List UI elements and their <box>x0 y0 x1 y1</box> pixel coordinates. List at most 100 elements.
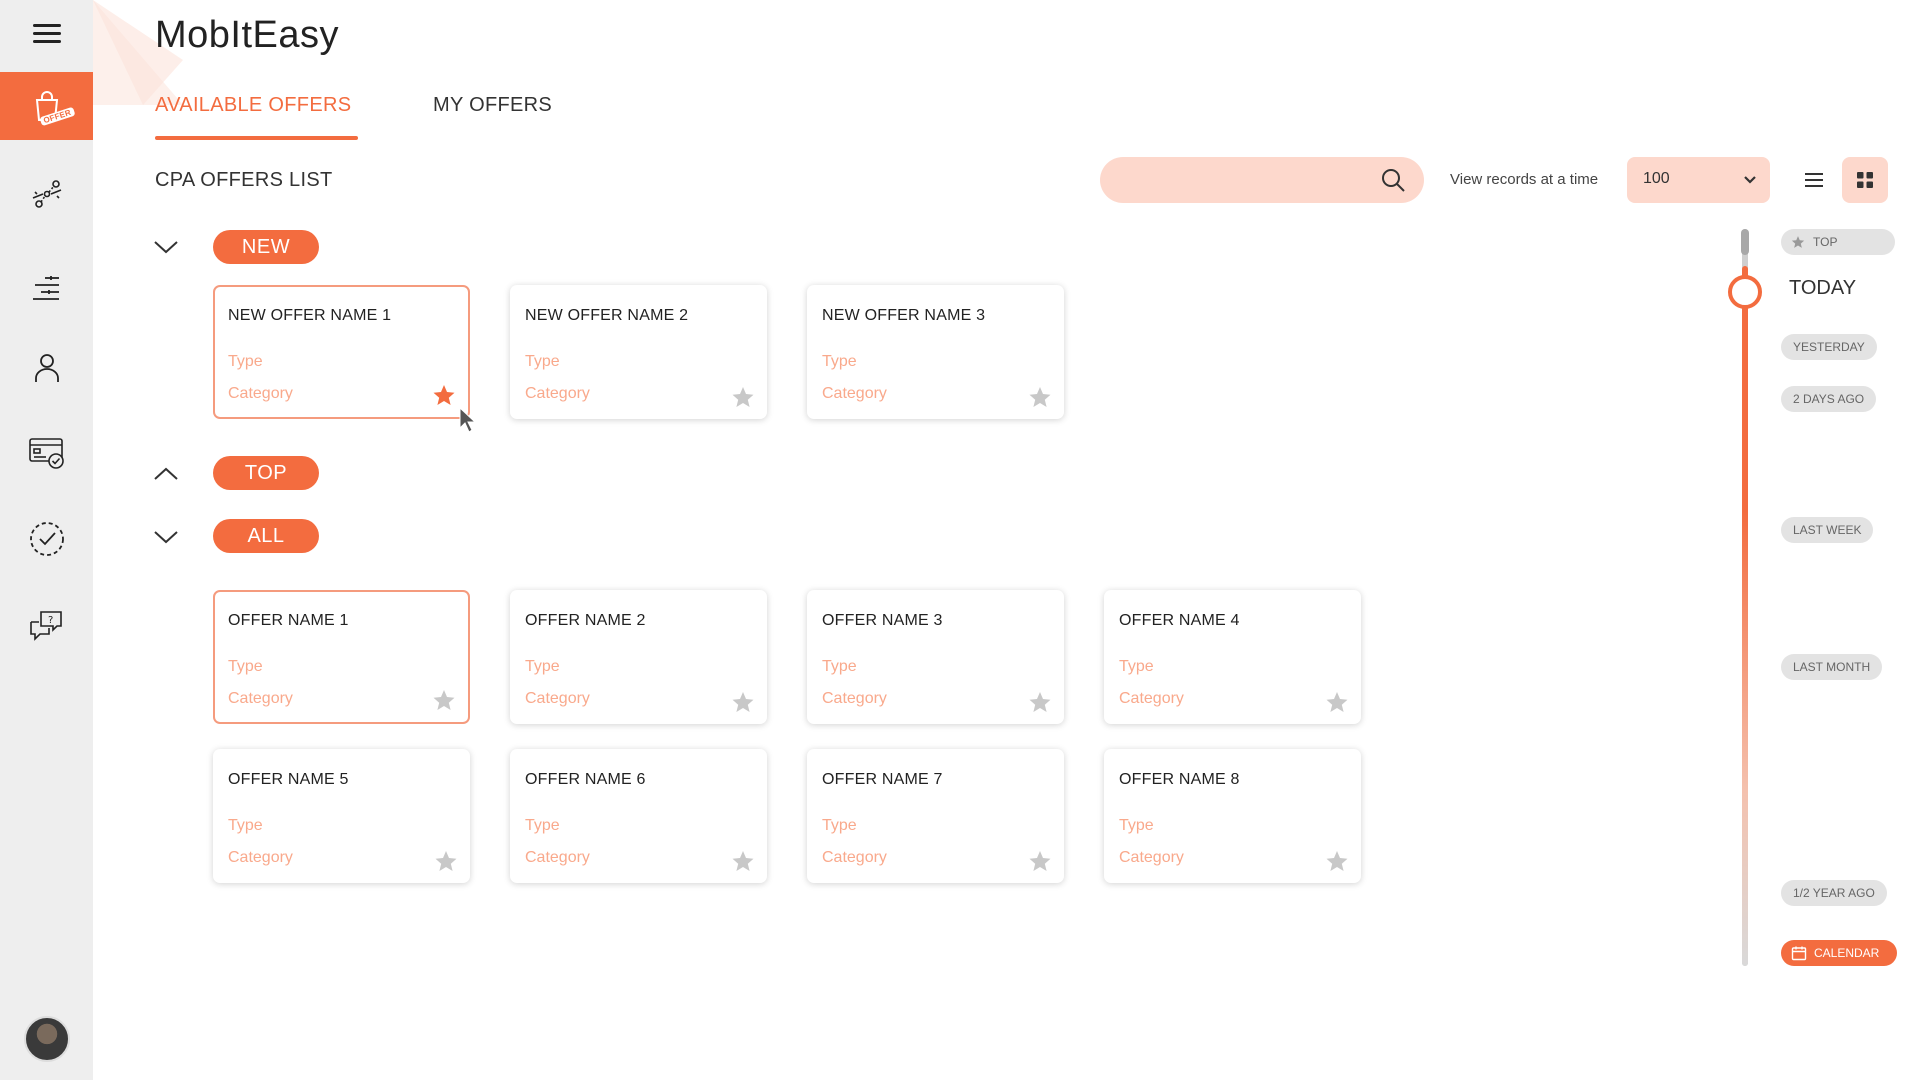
menu-icon[interactable] <box>33 24 61 44</box>
offer-category: Category <box>228 690 293 707</box>
offer-category: Category <box>525 690 590 707</box>
offer-card-2[interactable]: OFFER NAME 2 Type Category <box>510 590 767 724</box>
timeline-top-handle[interactable] <box>1741 229 1749 255</box>
star-icon[interactable] <box>434 849 458 873</box>
grid-view-button[interactable] <box>1842 157 1888 203</box>
timeline-yesterday[interactable]: YESTERDAY <box>1781 334 1877 360</box>
star-icon[interactable] <box>731 690 755 714</box>
section-top-pill[interactable]: TOP <box>213 456 319 490</box>
calendar-icon <box>1791 946 1807 961</box>
offer-category: Category <box>228 385 293 402</box>
svg-text:?: ? <box>48 615 53 626</box>
sidebar: OFFER ? <box>0 0 93 1080</box>
records-per-page-select[interactable]: 100 <box>1627 157 1770 203</box>
offer-type: Type <box>822 353 857 370</box>
offer-category: Category <box>822 849 887 866</box>
offer-name: OFFER NAME 3 <box>822 612 943 629</box>
offer-card-3[interactable]: OFFER NAME 3 Type Category <box>807 590 1064 724</box>
offer-category: Category <box>228 849 293 866</box>
chevron-down-icon[interactable] <box>152 523 180 551</box>
star-icon[interactable] <box>1028 385 1052 409</box>
offer-category: Category <box>1119 849 1184 866</box>
offer-name: OFFER NAME 8 <box>1119 771 1240 788</box>
offer-name: NEW OFFER NAME 1 <box>228 307 392 324</box>
active-tab-indicator <box>155 136 358 140</box>
search-input[interactable] <box>1120 165 1360 195</box>
grid-view-icon <box>1857 172 1873 188</box>
star-icon[interactable] <box>432 688 456 712</box>
star-icon[interactable] <box>731 385 755 409</box>
offer-name: NEW OFFER NAME 2 <box>525 307 689 324</box>
star-icon <box>1791 236 1805 248</box>
offer-type: Type <box>228 658 263 675</box>
star-icon[interactable] <box>1028 690 1052 714</box>
timeline-knob[interactable] <box>1728 275 1762 309</box>
star-icon[interactable] <box>1028 849 1052 873</box>
card-check-icon <box>28 438 64 469</box>
timeline-last-week[interactable]: LAST WEEK <box>1781 517 1874 543</box>
tab-available-offers[interactable]: AVAILABLE OFFERS <box>155 94 351 117</box>
app-title: MobItEasy <box>155 14 340 56</box>
offer-card-new-3[interactable]: NEW OFFER NAME 3 Type Category <box>807 285 1064 419</box>
timeline-top-chip[interactable]: TOP <box>1781 229 1895 255</box>
section-new-pill[interactable]: NEW <box>213 230 319 264</box>
offer-card-6[interactable]: OFFER NAME 6 Type Category <box>510 749 767 883</box>
sidebar-item-offers[interactable]: OFFER <box>0 72 93 140</box>
section-all-pill[interactable]: ALL <box>213 519 319 553</box>
offer-category: Category <box>822 690 887 707</box>
chat-question-icon: ? <box>29 611 62 641</box>
offer-type: Type <box>822 817 857 834</box>
offer-type: Type <box>525 353 560 370</box>
calendar-label: CALENDAR <box>1814 946 1880 960</box>
offer-name: OFFER NAME 5 <box>228 771 349 788</box>
offer-card-new-1[interactable]: NEW OFFER NAME 1 Type Category <box>213 285 470 419</box>
timeline-half-year-ago[interactable]: 1/2 YEAR AGO <box>1781 880 1887 906</box>
chevron-up-icon[interactable] <box>152 460 180 488</box>
timeline-today[interactable]: TODAY <box>1789 277 1856 300</box>
timeline-last-month[interactable]: LAST MONTH <box>1781 654 1883 680</box>
offer-card-5[interactable]: OFFER NAME 5 Type Category <box>213 749 470 883</box>
list-title: CPA OFFERS LIST <box>155 169 333 191</box>
offer-type: Type <box>525 817 560 834</box>
timeline-2-days-ago[interactable]: 2 DAYS AGO <box>1781 386 1877 412</box>
offer-card-7[interactable]: OFFER NAME 7 Type Category <box>807 749 1064 883</box>
offer-type: Type <box>1119 817 1154 834</box>
offer-name: OFFER NAME 2 <box>525 612 646 629</box>
calendar-button[interactable]: CALENDAR <box>1781 940 1897 966</box>
chevron-down-icon[interactable] <box>152 233 180 261</box>
sidebar-item-payments[interactable] <box>0 418 93 486</box>
offer-name: OFFER NAME 4 <box>1119 612 1240 629</box>
star-icon-active[interactable] <box>432 383 456 407</box>
offer-category: Category <box>525 849 590 866</box>
offer-card-new-2[interactable]: NEW OFFER NAME 2 Type Category <box>510 285 767 419</box>
sidebar-item-profile[interactable] <box>0 334 93 402</box>
offer-name: OFFER NAME 6 <box>525 771 646 788</box>
avatar[interactable] <box>24 1016 70 1062</box>
dashed-check-icon <box>29 522 64 556</box>
offer-category: Category <box>525 385 590 402</box>
search-icon[interactable] <box>1380 167 1406 193</box>
star-icon[interactable] <box>1325 690 1349 714</box>
offer-type: Type <box>228 353 263 370</box>
offer-name: OFFER NAME 1 <box>228 612 349 629</box>
offer-name: NEW OFFER NAME 3 <box>822 307 986 324</box>
offer-category: Category <box>1119 690 1184 707</box>
offer-card-4[interactable]: OFFER NAME 4 Type Category <box>1104 590 1361 724</box>
sidebar-item-reports[interactable] <box>0 254 93 322</box>
records-value: 100 <box>1643 170 1670 187</box>
offer-type: Type <box>228 817 263 834</box>
star-icon[interactable] <box>1325 849 1349 873</box>
offer-type: Type <box>822 658 857 675</box>
star-icon[interactable] <box>731 849 755 873</box>
offer-name: OFFER NAME 7 <box>822 771 943 788</box>
sidebar-item-integrations[interactable] <box>0 160 93 228</box>
sidebar-item-support[interactable]: ? <box>0 592 93 660</box>
offer-card-1[interactable]: OFFER NAME 1 Type Category <box>213 590 470 724</box>
offer-type: Type <box>1119 658 1154 675</box>
tab-my-offers[interactable]: MY OFFERS <box>433 94 552 117</box>
chevron-down-icon <box>1744 176 1756 184</box>
offer-card-8[interactable]: OFFER NAME 8 Type Category <box>1104 749 1361 883</box>
list-view-icon[interactable] <box>1802 168 1826 192</box>
sidebar-item-tasks[interactable] <box>0 505 93 573</box>
list-bars-icon <box>32 276 59 300</box>
